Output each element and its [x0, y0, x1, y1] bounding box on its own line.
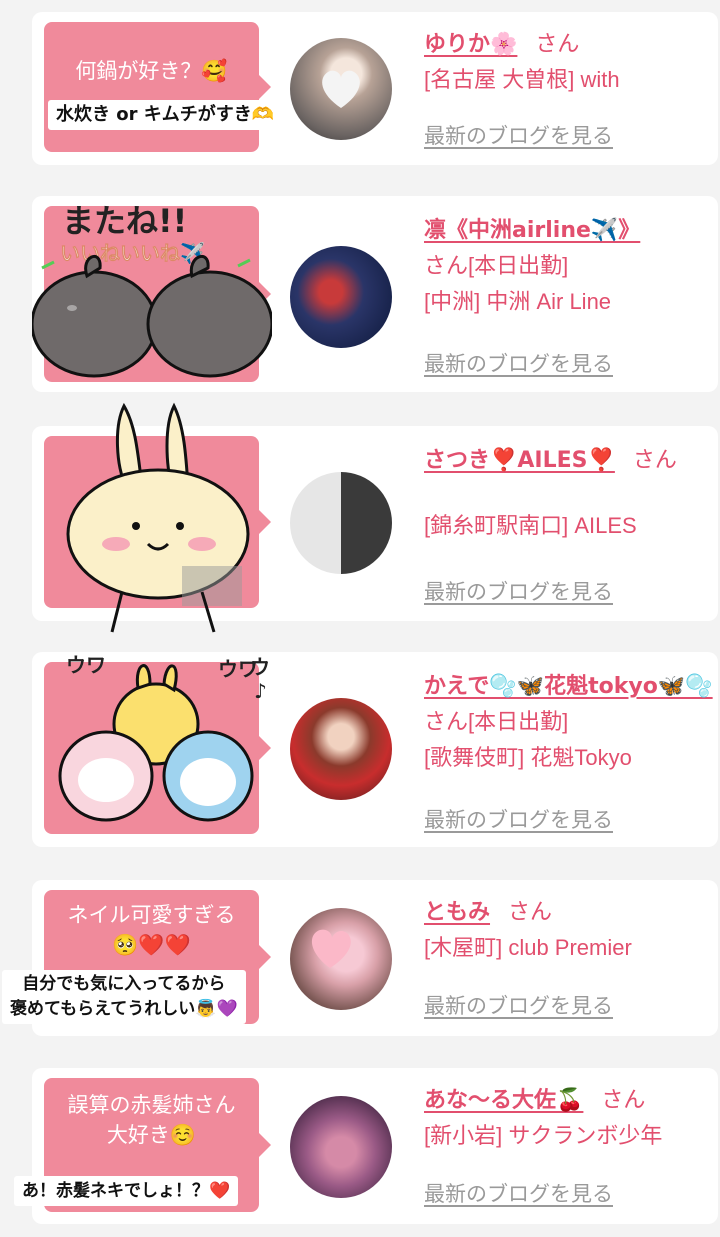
sticker-text: ウ: [250, 655, 270, 679]
avatar[interactable]: [290, 38, 392, 140]
waving-characters-sticker: またね!! いいねいいね✈️: [32, 202, 272, 378]
girl-name-link[interactable]: あな〜る大佐🍒: [424, 1088, 583, 1113]
entry-card-4[interactable]: ウワ ウワ ウ ♪ かえで🫧🦋花魁tokyo🦋🫧 さん[本日出勤] [歌舞伎町]…: [32, 652, 718, 847]
sticker-caption: 水炊き or キムチがすき🫶: [48, 100, 283, 130]
working-today-badge: [本日出勤]: [468, 709, 569, 734]
honorific: さん: [424, 709, 469, 734]
honorific: さん: [535, 32, 580, 57]
bubble-text: ネイル可愛すぎる: [67, 903, 236, 927]
working-today-badge: [本日出勤]: [468, 253, 569, 278]
entry-info: あな〜る大佐🍒 さん [新小岩] サクランボ少年: [424, 1082, 714, 1154]
entry-info: ゆりか🌸 さん [名古屋 大曽根] with: [424, 26, 714, 98]
sticker-text: ♪: [254, 679, 267, 703]
bunny-sticker: [66, 402, 250, 633]
store-line: [中洲] 中洲 Air Line: [424, 289, 612, 314]
latest-blog-link[interactable]: 最新のブログを見る: [424, 1178, 613, 1208]
sticker-caption-line: 自分でも気に入ってるから: [22, 974, 226, 994]
latest-blog-link[interactable]: 最新のブログを見る: [424, 990, 613, 1020]
sticker-caption: 自分でも気に入ってるから 褒めてもらえてうれしい👼💜: [2, 970, 246, 1024]
latest-blog-link[interactable]: 最新のブログを見る: [424, 348, 613, 378]
entry-card-1[interactable]: 何鍋が好き？🥰 水炊き or キムチがすき🫶 ゆりか🌸 さん [名古屋 大曽根] …: [32, 12, 718, 165]
bubble-text: 何鍋が好き？🥰: [75, 59, 228, 83]
store-line: [木屋町] club Premier: [424, 935, 632, 960]
avatar[interactable]: [290, 1096, 392, 1198]
entry-card-2[interactable]: またね!! いいねいいね✈️ 凛《中洲airline✈️》 さん[本日出勤] […: [32, 196, 718, 392]
status-line: さん[本日出勤]: [424, 704, 714, 740]
girl-name-link[interactable]: 凛《中洲airline✈️》: [424, 218, 640, 243]
heart-sticker-icon: [322, 70, 360, 108]
latest-blog-link[interactable]: 最新のブログを見る: [424, 576, 613, 606]
message-bubble: 何鍋が好き？🥰: [44, 22, 271, 152]
sticker-caption: あ！赤髪ネキでしょ！？❤️: [14, 1176, 239, 1206]
sticker-text: またね!!: [62, 202, 187, 240]
girl-name-link[interactable]: さつき❣️AILES❣️: [424, 448, 615, 473]
status-line: さん[本日出勤]: [424, 248, 714, 284]
store-line: [歌舞伎町] 花魁Tokyo: [424, 745, 632, 770]
entry-card-6[interactable]: 誤算の赤髪姉さん 大好き☺️ あ！赤髪ネキでしょ！？❤️ あな〜る大佐🍒 さん […: [14, 1068, 718, 1224]
store-line: [名古屋 大曽根] with: [424, 67, 620, 92]
latest-blog-link[interactable]: 最新のブログを見る: [424, 804, 613, 834]
honorific: さん: [508, 900, 553, 925]
three-characters-sticker: ウワ ウワ ウ ♪: [58, 653, 270, 822]
sticker-text: ウワ: [66, 653, 106, 677]
honorific: さん: [632, 448, 677, 473]
entry-info: かえで🫧🦋花魁tokyo🦋🫧 さん[本日出勤] [歌舞伎町] 花魁Tokyo: [424, 668, 714, 776]
store-line: [錦糸町駅南口] AILES: [424, 513, 637, 538]
avatar[interactable]: [290, 472, 392, 574]
store-line: [新小岩] サクランボ少年: [424, 1123, 663, 1148]
entry-info: さつき❣️AILES❣️ さん [錦糸町駅南口] AILES: [424, 442, 714, 544]
heart-sticker-icon: [311, 929, 351, 968]
latest-blog-link[interactable]: 最新のブログを見る: [424, 120, 613, 150]
girl-name-link[interactable]: ゆりか🌸: [424, 32, 517, 57]
entry-info: 凛《中洲airline✈️》 さん[本日出勤] [中洲] 中洲 Air Line: [424, 212, 714, 320]
entry-card-3[interactable]: さつき❣️AILES❣️ さん [錦糸町駅南口] AILES 最新のブログを見る: [32, 402, 718, 633]
bubble-text: 🥺❤️❤️: [112, 933, 191, 957]
entry-info: ともみ さん [木屋町] club Premier: [424, 894, 714, 966]
girl-name-link[interactable]: かえで🫧🦋花魁tokyo🦋🫧: [424, 674, 713, 699]
avatar[interactable]: [290, 908, 392, 1010]
sticker-caption-line: 褒めてもらえてうれしい👼💜: [10, 999, 238, 1019]
sticker-text: いいねいいね✈️: [60, 241, 205, 265]
avatar[interactable]: [290, 246, 392, 348]
bubble-text: 大好き☺️: [106, 1123, 197, 1147]
honorific: さん: [424, 253, 469, 278]
avatar[interactable]: [290, 698, 392, 800]
girl-name-link[interactable]: ともみ: [424, 900, 490, 925]
entry-card-5[interactable]: ネイル可愛すぎる 🥺❤️❤️ 自分でも気に入ってるから 褒めてもらえてうれしい👼…: [2, 880, 718, 1036]
honorific: さん: [601, 1088, 646, 1113]
bubble-text: 誤算の赤髪姉さん: [67, 1093, 236, 1117]
